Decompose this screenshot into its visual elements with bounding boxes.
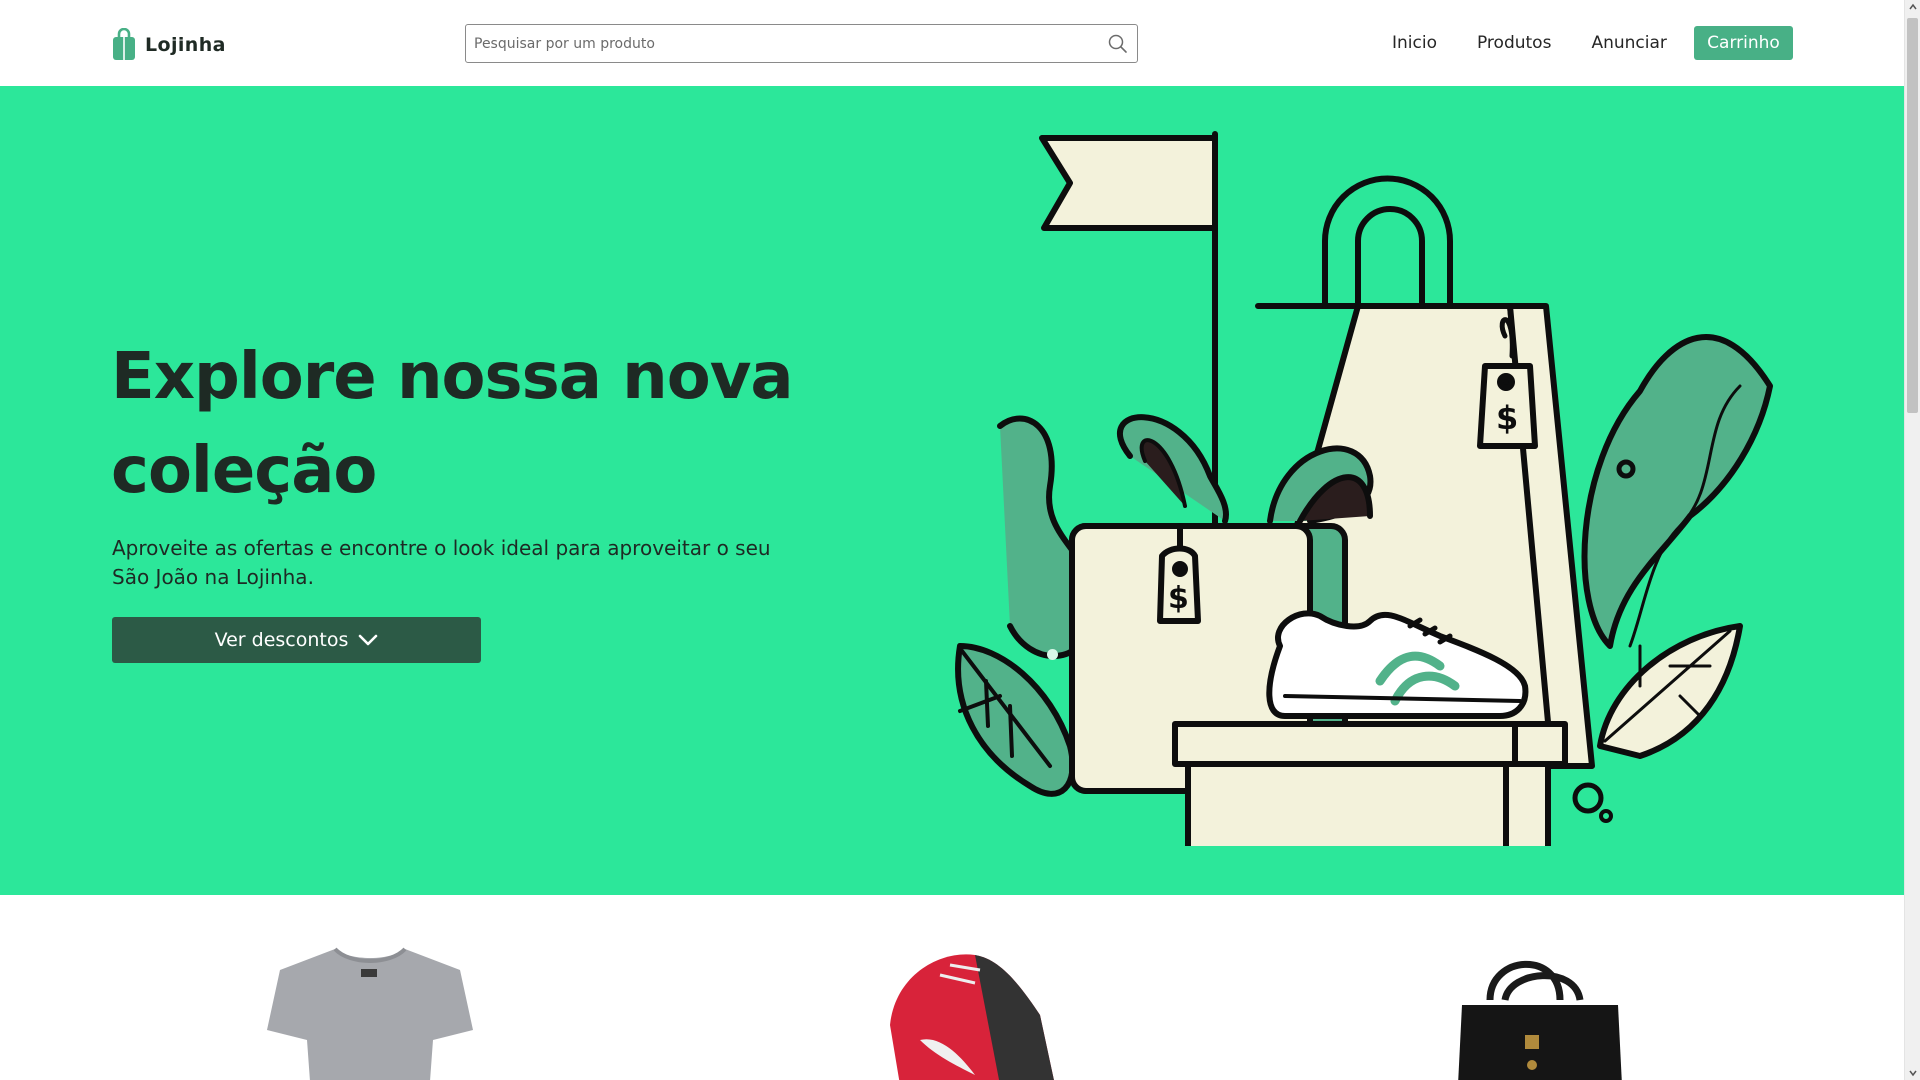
shopping-bag-icon: [113, 28, 135, 60]
svg-text:$: $: [1496, 399, 1518, 437]
carousel-dot[interactable]: [1047, 649, 1058, 660]
hero-title: Explore nossa nova coleção: [111, 340, 794, 508]
brand-name: Lojinha: [145, 33, 226, 56]
see-discounts-label: Ver descontos: [214, 629, 349, 651]
page-scrollbar[interactable]: [1904, 0, 1920, 1080]
product-handbag[interactable]: [1450, 945, 1630, 1080]
brand-logo[interactable]: Lojinha: [112, 28, 226, 61]
top-navbar: Lojinha Inicio Produtos Anunciar Carrinh…: [0, 0, 1904, 86]
product-sneaker[interactable]: [880, 945, 1060, 1080]
black-handbag-image: [1458, 960, 1622, 1080]
cart-button[interactable]: Carrinho: [1694, 26, 1793, 60]
chevron-down-icon: [359, 634, 378, 646]
nav-link-anunciar[interactable]: Anunciar: [1571, 27, 1686, 59]
scroll-thumb[interactable]: [1907, 18, 1918, 413]
search-icon[interactable]: [1107, 33, 1129, 55]
search-box: [465, 24, 1138, 63]
products-section: [0, 895, 1904, 1080]
gray-tshirt-image: [267, 947, 473, 1080]
product-tshirt[interactable]: [265, 945, 475, 1080]
hero-description: Aproveite as ofertas e encontre o look i…: [112, 536, 771, 589]
nav-link-produtos[interactable]: Produtos: [1457, 27, 1571, 59]
scroll-up-arrow-icon[interactable]: [1908, 2, 1918, 12]
svg-text:$: $: [1168, 581, 1189, 616]
scroll-down-arrow-icon[interactable]: [1908, 1068, 1918, 1078]
main-nav: Inicio Produtos Anunciar: [1372, 27, 1687, 59]
hero-banner: Explore nossa nova coleção Aproveite as …: [0, 86, 1904, 895]
nav-link-inicio[interactable]: Inicio: [1372, 27, 1457, 59]
see-discounts-button[interactable]: Ver descontos: [112, 617, 481, 663]
search-input[interactable]: [466, 25, 1107, 62]
shopping-illustration: $ $: [955, 131, 1773, 846]
red-sneaker-image: [890, 954, 1054, 1080]
